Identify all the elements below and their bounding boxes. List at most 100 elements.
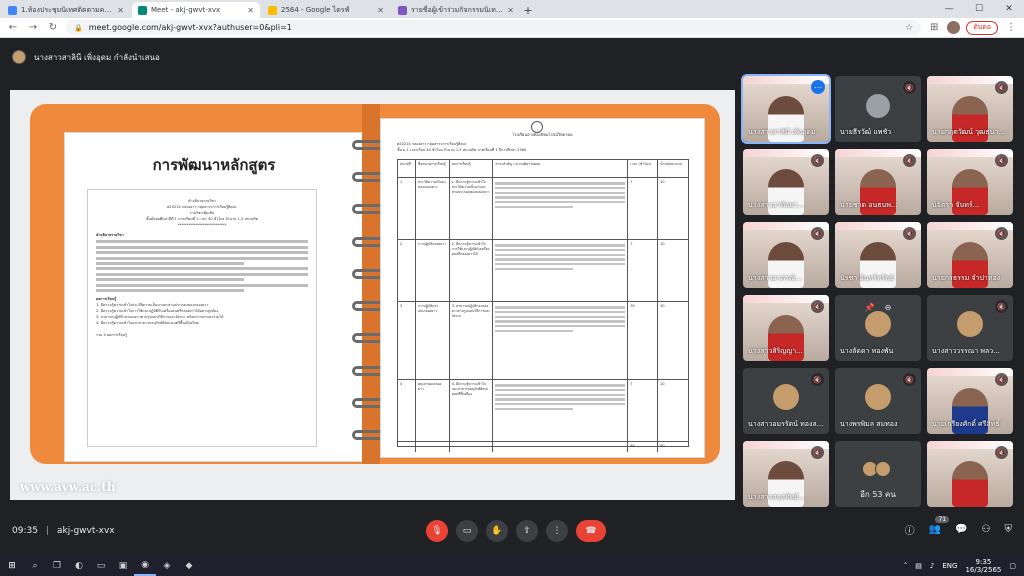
chat-icon[interactable]: 💬	[955, 524, 967, 535]
chrome-icon[interactable]: ◉	[134, 556, 156, 576]
participant-tile[interactable]: นายธีรวัฒ์ แพชัว 🔇	[835, 76, 921, 142]
edge-icon[interactable]: ◐	[68, 556, 90, 576]
participant-tile[interactable]: นายกรธรรม จำปาทอง 🔇	[927, 222, 1013, 288]
table-cell	[398, 442, 416, 452]
people-icon[interactable]: 👥 71	[929, 516, 950, 535]
meeting-time: 09:35	[12, 526, 38, 536]
browser-tab[interactable]: รายชื่อผู้เข้าร่วมกิจกรรมนิเทศติดตามการจ…	[392, 2, 520, 18]
task-view-icon[interactable]: ❐	[46, 556, 68, 576]
participant-tile[interactable]: 🔇	[927, 441, 1013, 507]
app-icon[interactable]: ◆	[178, 556, 200, 576]
url-field[interactable]: 🔒 meet.google.com/akj-gwvt-xvx?authuser=…	[66, 20, 922, 35]
minimize-button[interactable]: —	[934, 0, 964, 18]
mic-muted-icon: 🔇	[995, 300, 1008, 313]
camera-icon[interactable]: ▭	[456, 520, 478, 542]
participant-tile[interactable]: นางลัดดา ทองพัน 📌 ⊖	[835, 295, 921, 361]
participant-name: นางสาวสกุลทิพย์...	[748, 493, 806, 501]
more-participants-tile[interactable]: อีก 53 คน	[835, 441, 921, 507]
mic-muted-icon: 🔇	[903, 81, 916, 94]
call-controls: 🎙 ▭ ✋ ⇪ ⋮ ☎	[426, 520, 606, 542]
mic-off-icon[interactable]: 🎙	[426, 520, 448, 542]
close-tab-icon[interactable]: ✕	[377, 6, 384, 15]
close-tab-icon[interactable]: ✕	[507, 6, 514, 15]
browser-tab[interactable]: 2564 - Google ไดรฟ์ ✕	[262, 2, 390, 18]
row-number: 3	[398, 302, 416, 379]
meet-area: นางสาวสาลินี เพิ่งอุดม กำลังนำเสนอ การพั…	[0, 38, 1024, 538]
pin-icon[interactable]: 📌	[865, 303, 875, 312]
sync-paused-button[interactable]: ดับตอ	[966, 20, 998, 35]
text-line	[96, 283, 308, 287]
total-hours: 84	[628, 442, 659, 452]
participant-tile[interactable]: นายเกรียงศักดิ์ ศรีสิทธิ์ 🔇	[927, 368, 1013, 434]
browser-tab[interactable]: Meet - akj-gwvt-xvx ✕	[132, 2, 260, 18]
participant-name: นางสาวสิริญญา...	[748, 347, 803, 355]
row-score: 10	[660, 242, 665, 246]
menu-kebab-icon[interactable]: ⋮	[1004, 22, 1018, 33]
course-meta-line2: ชั้น ม.1 เวลาเรียน 40 ชั่วโมง จำนวน 1.5 …	[397, 148, 527, 152]
end-call-button[interactable]: ☎	[576, 520, 606, 542]
notifications-icon[interactable]: ▢	[1009, 562, 1016, 570]
bookmark-star-icon[interactable]: ☆	[905, 23, 913, 33]
browser-tab[interactable]: 1.ห้องประชุมนิเทศติดตามครูออนไลน์ (กลุ่ม…	[2, 2, 130, 18]
outcome-item: 4. มีความรู้ความเข้าใจและสามารถอนุรักษ์ศ…	[96, 320, 199, 325]
participant-tile[interactable]: นางสาววรรณา พลว... 🔇	[927, 295, 1013, 361]
participant-avatar	[865, 384, 891, 410]
participant-tile[interactable]: นางสาวสิริญญา... 🔇	[743, 295, 829, 361]
participant-tile[interactable]: นายชาด อนธนพ... 🔇	[835, 149, 921, 215]
participant-tile[interactable]: นางสาวอาภรณ์... 🔇	[743, 222, 829, 288]
tab-favicon-icon	[138, 5, 147, 15]
table-row: 2 การปฏิบัติกลองยาว 2. มีความรู้ความเข้าใจ…	[398, 240, 688, 302]
participant-tile[interactable]: นิรชา อินทร์ทรัพย์ 🔇	[835, 222, 921, 288]
row-score: 30	[660, 304, 665, 308]
windows-start-icon[interactable]: ⊞	[0, 561, 24, 571]
reload-icon[interactable]: ↻	[46, 22, 60, 33]
remove-icon[interactable]: ⊖	[885, 303, 892, 312]
store-icon[interactable]: ▣	[112, 556, 134, 576]
table-header-cell: น้ำหนักคะแนน	[660, 162, 682, 166]
participant-tile[interactable]: นางพรพิมล สมทอง 🔇	[835, 368, 921, 434]
mic-muted-icon: 🔇	[995, 81, 1008, 94]
search-icon[interactable]: ⌕	[24, 556, 46, 576]
participant-video	[952, 461, 988, 507]
app-icon[interactable]: ◈	[156, 556, 178, 576]
tile-more-icon[interactable]: ⋯	[811, 80, 825, 94]
back-icon[interactable]: ←	[6, 22, 20, 33]
present-screen-icon[interactable]: ⇪	[516, 520, 538, 542]
tray-up-icon[interactable]: ˄	[904, 562, 908, 570]
participant-tile[interactable]: นางสาวอมรรัตน์ ทองล... 🔇	[743, 368, 829, 434]
slide-title: การพัฒนาหลักสูตร	[152, 156, 276, 174]
os-taskbar: ⊞ ⌕ ❐ ◐ ▭ ▣ ◉ ◈ ◆ ˄ ▤ ♪ ENG 9:35 16/3/25…	[0, 556, 1024, 576]
row-score: 10	[660, 382, 665, 386]
mic-muted-icon: 🔇	[995, 227, 1008, 240]
participant-tile[interactable]: นิจิตรา จันทร์... 🔇	[927, 149, 1013, 215]
new-tab-button[interactable]: +	[520, 2, 536, 18]
close-window-button[interactable]: ✕	[994, 0, 1024, 18]
participant-tile[interactable]: นายกฤตวัฒน์ วุฒธนา... 🔇	[927, 76, 1013, 142]
profile-avatar[interactable]	[947, 21, 961, 34]
forward-icon[interactable]: →	[26, 22, 40, 33]
extensions-icon[interactable]: ⊞	[927, 22, 941, 33]
close-tab-icon[interactable]: ✕	[247, 6, 254, 15]
close-tab-icon[interactable]: ✕	[117, 6, 124, 15]
network-icon[interactable]: ▤	[915, 562, 922, 570]
meeting-details-icon[interactable]: ⓘ	[905, 522, 915, 537]
raise-hand-icon[interactable]: ✋	[486, 520, 508, 542]
row-number: 2	[398, 240, 416, 301]
volume-icon[interactable]: ♪	[930, 562, 934, 570]
more-options-icon[interactable]: ⋮	[546, 520, 568, 542]
presentation-stage: การพัฒนาหลักสูตร คำอธิบายรายวิชา ศ20214 …	[10, 90, 735, 500]
participant-tile[interactable]: นางสาวอาทิตยา... 🔇	[743, 149, 829, 215]
row-concept	[493, 240, 629, 301]
table-cell	[416, 442, 450, 452]
file-explorer-icon[interactable]: ▭	[90, 556, 112, 576]
row-unit: การปฏิบัติการเล่นกลองยาว	[416, 302, 450, 379]
activities-icon[interactable]: ⚇	[982, 524, 991, 535]
host-controls-icon[interactable]: ⛨	[1005, 524, 1013, 535]
participant-tile[interactable]: นางสาวสกุลทิพย์... 🔇	[743, 441, 829, 507]
taskbar-clock[interactable]: 9:35 16/3/2565	[965, 558, 1001, 574]
meeting-code: akj-gwvt-xvx	[56, 526, 115, 536]
maximize-button[interactable]: ☐	[964, 0, 994, 18]
participant-tile[interactable]: นางสาวสาลินี เพิ่งอุดม ⋯	[741, 74, 831, 144]
text-line	[96, 272, 308, 276]
input-language[interactable]: ENG	[942, 562, 957, 570]
